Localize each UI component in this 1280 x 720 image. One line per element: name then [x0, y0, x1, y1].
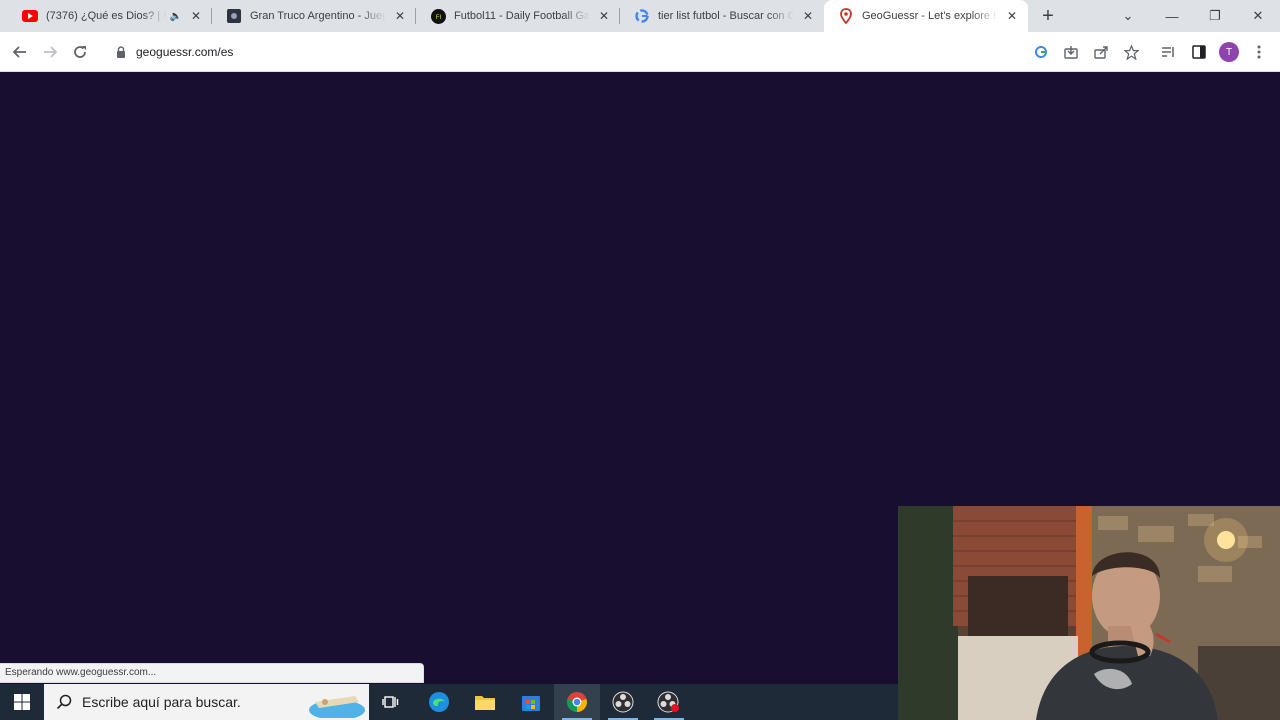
- obs-icon[interactable]: [600, 684, 646, 720]
- google-lens-icon[interactable]: [1031, 42, 1051, 62]
- more-menu-icon[interactable]: [1249, 42, 1269, 62]
- tab-title: tier list futbol - Buscar con G: [658, 10, 794, 22]
- tab-search-icon[interactable]: ⌄: [1106, 0, 1150, 32]
- back-icon[interactable]: [8, 40, 32, 64]
- lock-icon[interactable]: [114, 45, 128, 59]
- google-icon: [634, 8, 650, 24]
- tab-futbol11[interactable]: FI Futbol11 - Daily Football Ga ✕: [416, 0, 620, 32]
- tab-google-search[interactable]: tier list futbol - Buscar con G ✕: [620, 0, 824, 32]
- search-placeholder: Escribe aquí para buscar.: [82, 694, 241, 710]
- speaker-icon[interactable]: 🔈: [170, 11, 182, 22]
- status-bubble: Esperando www.geoguessr.com...: [0, 663, 424, 683]
- svg-text:FI: FI: [435, 15, 441, 21]
- bookmark-star-icon[interactable]: [1121, 42, 1141, 62]
- tab-title: GeoGuessr - Let's explore th: [862, 10, 998, 22]
- youtube-icon: [22, 8, 38, 24]
- close-tab-icon[interactable]: ✕: [596, 8, 612, 24]
- search-highlight-icon: [295, 690, 365, 718]
- obs-recording-icon[interactable]: [646, 684, 692, 720]
- truco-icon: [226, 8, 242, 24]
- store-icon[interactable]: [508, 684, 554, 720]
- side-panel-icon[interactable]: [1189, 42, 1209, 62]
- futbol11-icon: FI: [430, 8, 446, 24]
- tab-title: Gran Truco Argentino - Jueg: [250, 10, 386, 22]
- url-text: geoguessr.com/es: [136, 45, 234, 59]
- tab-youtube[interactable]: (7376) ¿Qué es Dios? | H 🔈 ✕: [8, 0, 212, 32]
- close-tab-icon[interactable]: ✕: [1004, 8, 1020, 24]
- tab-title: (7376) ¿Qué es Dios? | H: [46, 10, 166, 22]
- task-view-icon[interactable]: [368, 684, 414, 720]
- profile-avatar[interactable]: T: [1219, 42, 1239, 62]
- browser-toolbar: geoguessr.com/es T: [0, 32, 1280, 72]
- windows-start-icon[interactable]: [0, 684, 44, 720]
- reading-list-icon[interactable]: [1158, 42, 1178, 62]
- forward-icon[interactable]: [38, 40, 62, 64]
- restore-button[interactable]: ❐: [1193, 0, 1237, 32]
- close-tab-icon[interactable]: ✕: [800, 8, 816, 24]
- tab-strip: (7376) ¿Qué es Dios? | H 🔈 ✕ Gran Truco …: [0, 0, 1280, 32]
- geoguessr-pin-icon: [838, 8, 854, 24]
- minimize-button[interactable]: —: [1150, 0, 1194, 32]
- tab-title: Futbol11 - Daily Football Ga: [454, 10, 590, 22]
- edge-icon[interactable]: [416, 684, 462, 720]
- chrome-icon[interactable]: [554, 684, 600, 720]
- webcam-overlay: [898, 506, 1280, 720]
- tab-truco[interactable]: Gran Truco Argentino - Jueg ✕: [212, 0, 416, 32]
- close-tab-icon[interactable]: ✕: [392, 8, 408, 24]
- share-icon[interactable]: [1091, 42, 1111, 62]
- reload-icon[interactable]: [68, 40, 92, 64]
- tab-geoguessr[interactable]: GeoGuessr - Let's explore th ✕: [824, 0, 1028, 32]
- install-app-icon[interactable]: [1061, 42, 1081, 62]
- search-icon: [56, 694, 72, 710]
- address-bar[interactable]: geoguessr.com/es: [104, 37, 1022, 67]
- file-explorer-icon[interactable]: [462, 684, 508, 720]
- taskbar-search-box[interactable]: Escribe aquí para buscar.: [44, 684, 369, 720]
- close-window-button[interactable]: ✕: [1236, 0, 1280, 32]
- close-tab-icon[interactable]: ✕: [188, 8, 204, 24]
- new-tab-button[interactable]: +: [1036, 4, 1060, 28]
